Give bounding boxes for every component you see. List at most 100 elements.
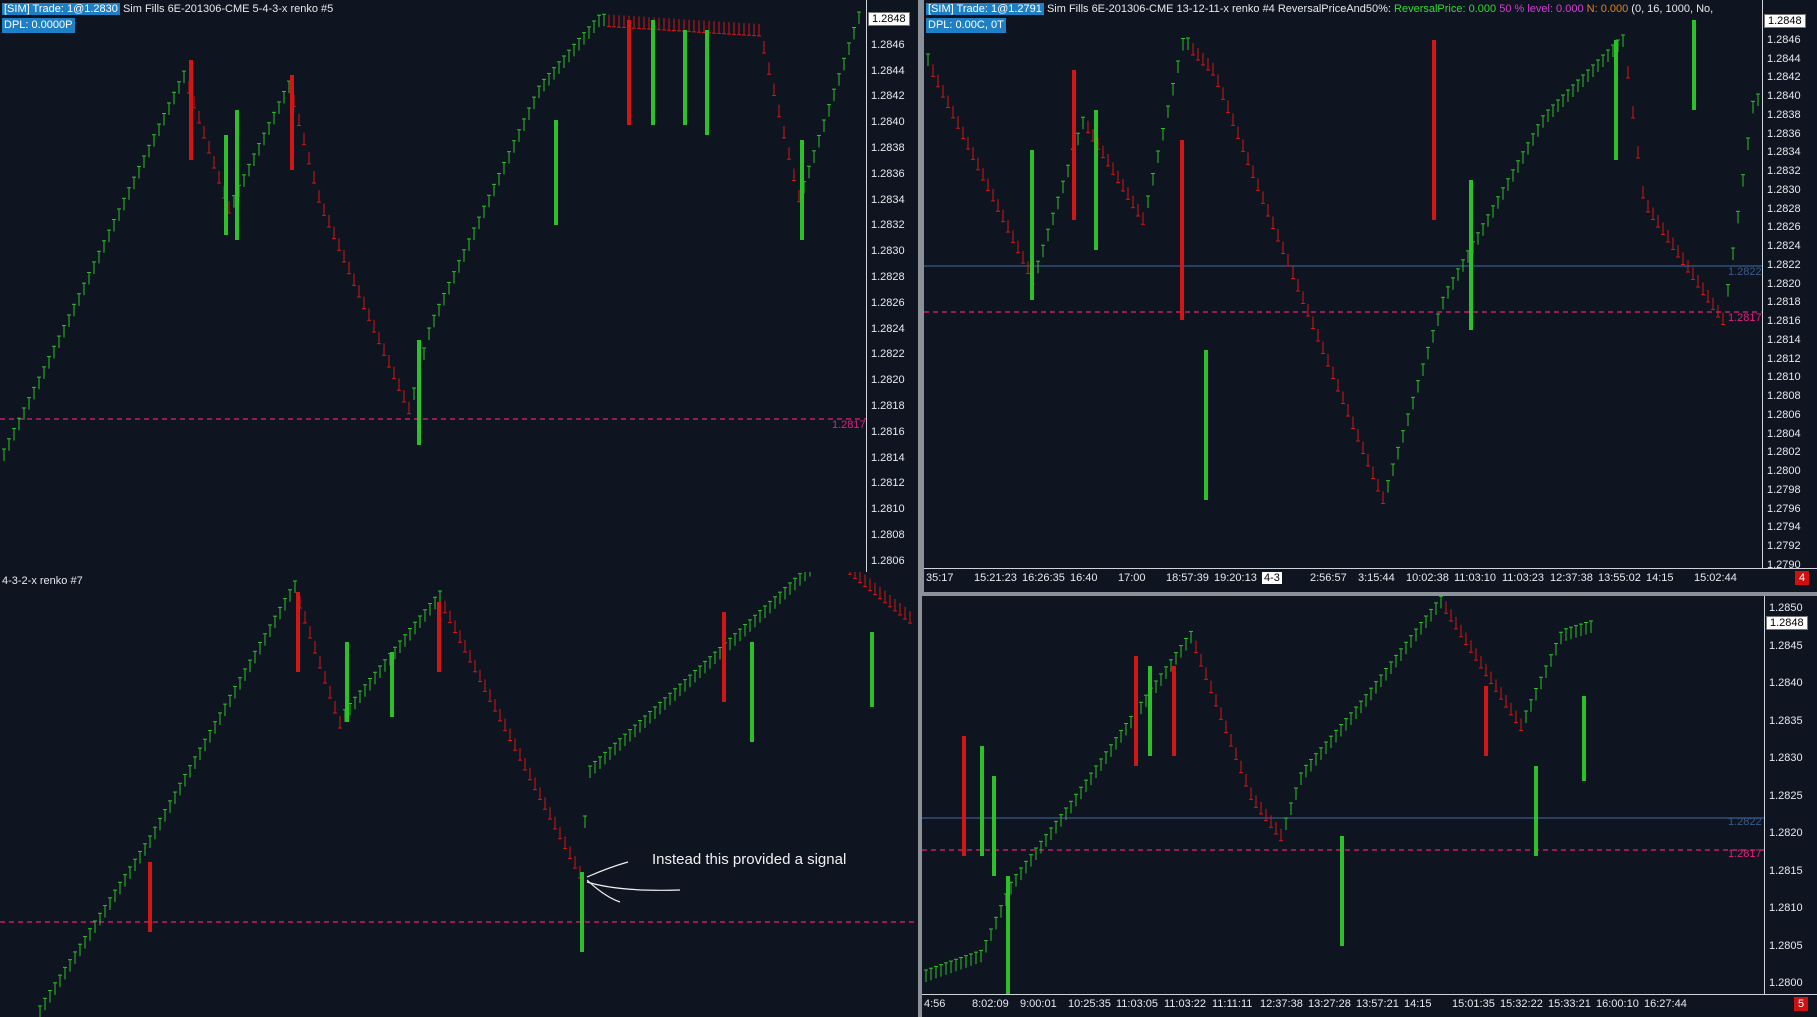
reversal-bar	[148, 862, 152, 932]
reversal-bar	[800, 140, 804, 240]
reversal-bar	[1692, 20, 1696, 110]
time-tick-label: 14:15	[1404, 998, 1432, 1010]
sim-trade-badge: [SIM] Trade: 1@1.2830	[2, 3, 120, 15]
price-plot[interactable]	[924, 0, 1762, 568]
price-tick-label: 1.2832	[871, 219, 905, 232]
price-tick-label: 1.2822	[1767, 258, 1801, 271]
price-tick-label: 1.2810	[871, 503, 905, 516]
time-tick-label: 15:21:23	[974, 572, 1017, 584]
price-tick-label: 1.2812	[871, 477, 905, 490]
reversal-price-value: ReversalPrice: 0.000	[1390, 3, 1497, 15]
reversal-bar	[870, 632, 874, 707]
price-tick-label: 1.2820	[1769, 827, 1803, 839]
time-tick-label: 15:32:22	[1500, 998, 1543, 1010]
reversal-bar	[580, 872, 584, 952]
chart-header: [SIM] Trade: 1@1.2830 Sim Fills 6E-20130…	[2, 2, 333, 33]
time-tick-label: 11:03:05	[1116, 998, 1159, 1010]
panel-number-badge: 5	[1794, 997, 1808, 1011]
price-axis[interactable]: 1.2848 1.2846 1.2844 1.2842 1.2840 1.2838 1.28…	[1762, 0, 1817, 571]
time-tick-label: 15:02:44	[1694, 572, 1737, 584]
price-axis[interactable]: 1.2850 1.2845 1.2840 1.2835 1.2830 1.2825 1.28…	[1764, 596, 1817, 994]
price-tick-label: 1.2846	[871, 38, 905, 51]
price-tick-label: 1.2814	[871, 451, 905, 464]
price-tick-label: 1.2834	[1767, 146, 1801, 159]
reversal-bar	[1094, 110, 1098, 250]
price-tick-label: 1.2824	[1767, 240, 1801, 252]
time-tick-label: 16:00:10	[1596, 998, 1639, 1010]
time-tick-label: 13:55:02	[1598, 572, 1641, 584]
price-tick-label: 1.2825	[1769, 789, 1803, 802]
price-plot[interactable]	[0, 572, 918, 1017]
time-tick-label: 15:33:21	[1548, 998, 1591, 1010]
price-tick-label: 1.2836	[1767, 127, 1801, 140]
reversal-bar	[390, 652, 394, 717]
price-tick-label: 1.2806	[871, 554, 905, 567]
time-tick-label: 15:01:35	[1452, 998, 1495, 1010]
price-tick-label: 1.2840	[1769, 677, 1803, 689]
price-tick-label: 1.2838	[871, 142, 905, 154]
reversal-bar	[345, 642, 349, 722]
price-tick-label: 1.2810	[1767, 371, 1801, 384]
chart-panel-top-left[interactable]: 1.2848 1.2846 1.2844 1.2842 1.2840 1.2838 1.28…	[0, 0, 918, 572]
reversal-bar	[1180, 140, 1184, 320]
price-tick-label: 1.2842	[871, 90, 905, 103]
price-tick-label: 1.2794	[1767, 521, 1801, 534]
price-tick-label: 1.2822	[871, 348, 905, 361]
reversal-bar	[1134, 656, 1138, 766]
annotation-stroke	[586, 881, 681, 891]
price-tick-label: 1.2804	[1767, 427, 1801, 440]
price-tick-label: 1.2800	[1767, 465, 1801, 477]
time-tick-label: 13:27:28	[1308, 998, 1351, 1010]
reversal-bar	[651, 20, 655, 125]
price-tick-label: 1.2842	[1767, 71, 1801, 84]
chart-panel-top-right[interactable]: 1.2848 1.2846 1.2844 1.2842 1.2840 1.2838 1.28…	[924, 0, 1817, 592]
time-tick-label: 11:03:10	[1454, 572, 1497, 584]
price-tick-label: 1.2826	[1767, 221, 1801, 234]
time-tick-label: 3:15:44	[1358, 572, 1395, 584]
time-tick-label: 14:15	[1646, 572, 1674, 584]
reversal-bar	[980, 746, 984, 856]
price-plot[interactable]	[0, 0, 866, 572]
price-tick-label: 1.2844	[871, 64, 905, 77]
reversal-bar	[1614, 40, 1618, 160]
price-tick-label: 1.2838	[1767, 108, 1801, 121]
price-tick-label: 1.2792	[1767, 540, 1801, 552]
current-price-marker: 1.2848	[1764, 14, 1806, 28]
reversal-bar	[296, 592, 300, 672]
time-axis[interactable]: 35:17 15:21:23 16:26:35 16:40 17:00 18:57:39 1…	[924, 568, 1817, 592]
price-tick-label: 1.2818	[871, 400, 905, 412]
reversal-bar	[1172, 666, 1176, 756]
price-tick-label: 1.2814	[1767, 333, 1801, 346]
time-tick-label: 11:03:23	[1502, 572, 1545, 584]
reversal-bar	[1006, 876, 1010, 994]
price-tick-label: 1.2810	[1769, 902, 1803, 914]
price-tick-label: 1.2806	[1767, 408, 1801, 421]
price-plot[interactable]	[922, 596, 1764, 994]
reversal-bar	[1148, 666, 1152, 756]
reversal-bar	[627, 20, 631, 125]
price-axis[interactable]: 1.2848 1.2846 1.2844 1.2842 1.2840 1.2838 1.28…	[866, 0, 918, 572]
time-tick-label: 18:57:39	[1166, 572, 1209, 584]
time-tick-label: 10:02:38	[1406, 572, 1449, 584]
reversal-bar	[1432, 40, 1436, 220]
time-axis[interactable]: 4:56 8:02:09 9:00:01 10:25:35 11:03:05 11:03:…	[922, 994, 1817, 1017]
reversal-bar	[750, 642, 754, 742]
price-tick-label: 1.2846	[1767, 33, 1801, 46]
time-tick-label: 16:40	[1070, 572, 1098, 584]
price-tick-label: 1.2828	[1767, 202, 1801, 215]
instrument-info: Sim Fills 6E-201306-CME 5-4-3-x renko #5	[119, 3, 334, 15]
dpl-badge: DPL: 0.0000P	[2, 18, 75, 33]
current-price-marker: 1.2848	[868, 12, 910, 26]
price-tick-label: 1.2840	[871, 116, 905, 129]
n-value: N: 0.000	[1583, 3, 1629, 15]
price-tick-label: 1.2812	[1767, 352, 1801, 365]
chart-panel-bottom-left[interactable]: 4-3-2-x renko #7 Instead this provided a…	[0, 572, 918, 1017]
reversal-bar	[437, 602, 441, 672]
reversal-bar	[1582, 696, 1586, 781]
reversal-bar	[224, 135, 228, 235]
chart-panel-bottom-right[interactable]: 1.2850 1.2845 1.2840 1.2835 1.2830 1.2825 1.28…	[922, 596, 1817, 1017]
reversal-bar	[962, 736, 966, 856]
price-tick-label: 1.2798	[1767, 483, 1801, 496]
price-tick-label: 1.2802	[1767, 446, 1801, 459]
reversal-bar	[1340, 836, 1344, 946]
